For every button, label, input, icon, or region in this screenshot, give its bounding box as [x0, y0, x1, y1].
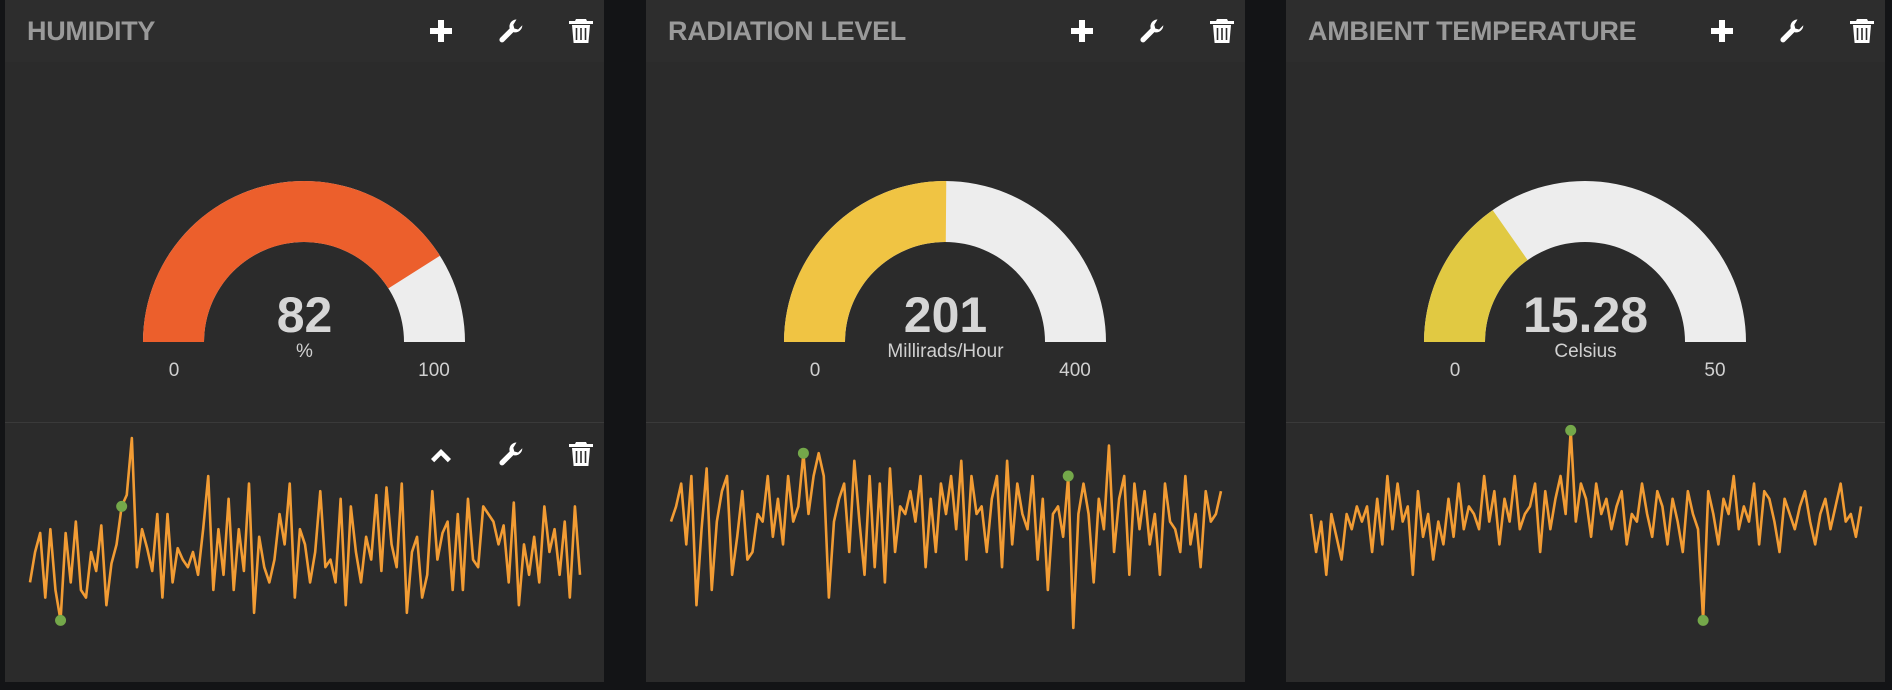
sparkline-series: [1309, 429, 1863, 622]
plus-icon: [1065, 14, 1099, 48]
pane-title: HUMIDITY: [27, 16, 156, 46]
gauge-units: Millirads/Hour: [887, 341, 1004, 362]
plus-button[interactable]: [1705, 14, 1739, 48]
wrench-button[interactable]: [1135, 14, 1169, 48]
sparkline-series: [669, 444, 1223, 630]
gauge-value: 15.28: [1522, 287, 1649, 343]
pane-title: RADIATION LEVEL: [668, 16, 906, 46]
wrench-button[interactable]: [1775, 14, 1809, 48]
gauge-min: 0: [1449, 360, 1461, 381]
pane-header: AMBIENT TEMPERATURE: [1286, 0, 1885, 62]
trash-button[interactable]: [1205, 14, 1239, 48]
gauge-min: 0: [809, 360, 821, 381]
sparkline: [28, 436, 582, 626]
gauge-max: 100: [418, 360, 450, 381]
plus-button[interactable]: [1065, 14, 1099, 48]
trash-button[interactable]: [564, 14, 598, 48]
sparkline: [1309, 424, 1863, 626]
pane-ambient-temperature: AMBIENT TEMPERATURE 15.28 Celsius 0 50: [1286, 0, 1885, 682]
trash-icon: [1205, 14, 1239, 48]
sparkline-extreme-marker: [55, 614, 67, 626]
pane-title: AMBIENT TEMPERATURE: [1308, 16, 1637, 46]
sparkline-extreme-marker: [1697, 614, 1709, 626]
gauge-value: 82: [276, 287, 333, 343]
pane-humidity: HUMIDITY 82% 0 100: [5, 0, 604, 682]
trash-icon: [564, 14, 598, 48]
sparkline-extreme-marker: [1062, 470, 1074, 482]
gauge-min: 0: [168, 360, 180, 381]
gauge-units: %: [296, 341, 313, 362]
gauge-max: 50: [1704, 360, 1726, 381]
wrench-icon: [1135, 14, 1169, 48]
sparkline-series: [28, 436, 582, 622]
pane-header: RADIATION LEVEL: [646, 0, 1245, 62]
trash-icon: [1845, 14, 1879, 48]
gauge-value: 201: [903, 287, 988, 343]
wrench-button[interactable]: [494, 14, 528, 48]
sparkline-extreme-marker: [116, 500, 128, 512]
sparkline-extreme-marker: [797, 447, 809, 459]
sparkline-extreme-marker: [1565, 424, 1577, 436]
plus-button[interactable]: [424, 14, 458, 48]
sparkline: [669, 444, 1223, 630]
wrench-icon: [494, 14, 528, 48]
pane-header: HUMIDITY: [5, 0, 604, 62]
gauge-max: 400: [1059, 360, 1091, 381]
plus-icon: [424, 14, 458, 48]
wrench-icon: [1775, 14, 1809, 48]
plus-icon: [1705, 14, 1739, 48]
trash-button[interactable]: [1845, 14, 1879, 48]
pane-radiation-level: RADIATION LEVEL 201 Millirads/Hour 0 400: [646, 0, 1245, 682]
gauge-units: Celsius: [1554, 341, 1617, 362]
